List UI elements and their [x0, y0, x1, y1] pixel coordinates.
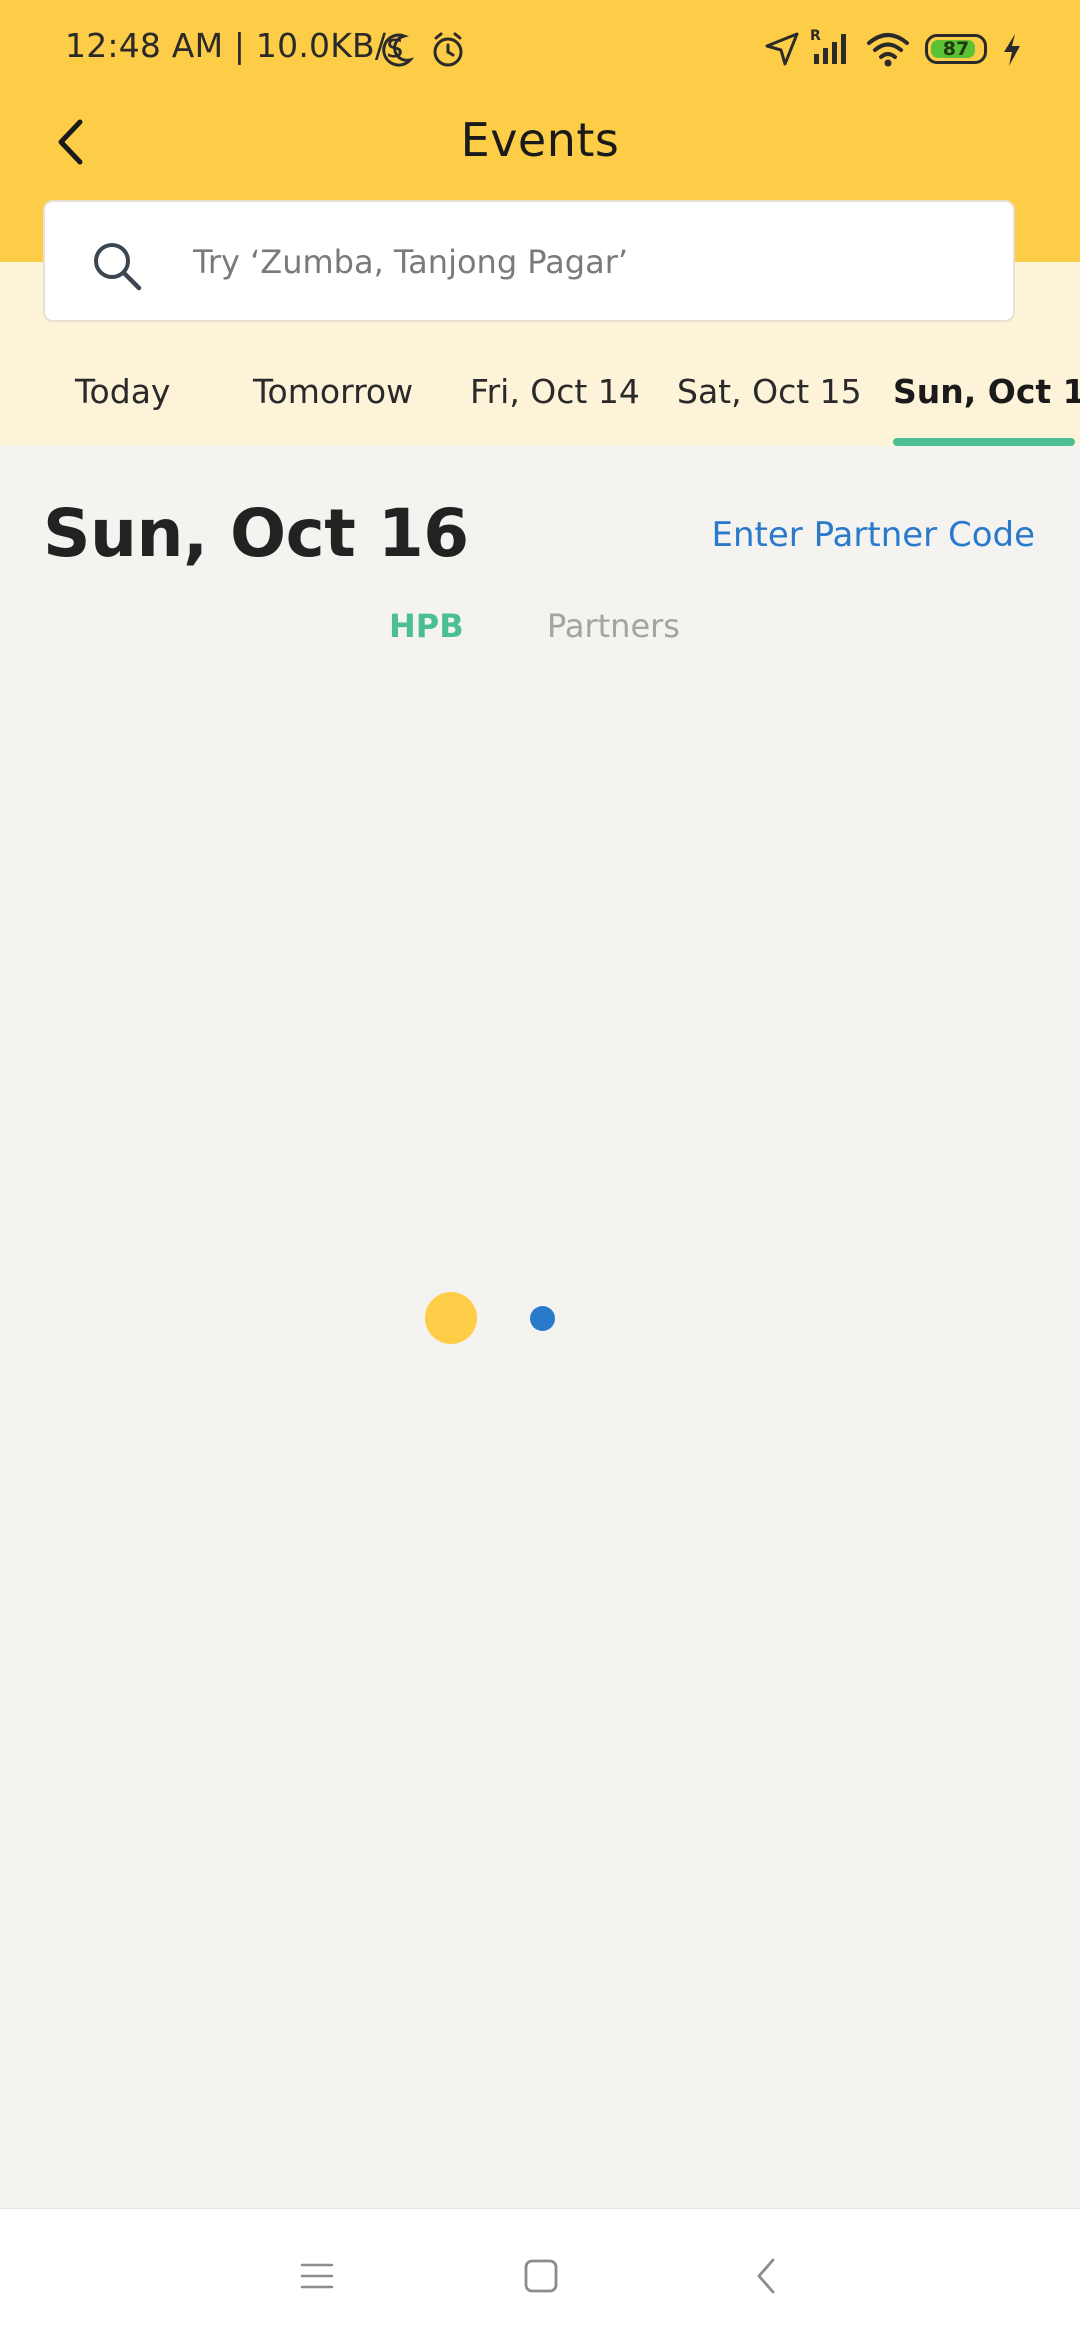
tab-today[interactable]: Today	[75, 372, 170, 411]
battery-level: 87	[942, 38, 970, 60]
date-tab-bar: Today Tomorrow Fri, Oct 14 Sat, Oct 15 S…	[0, 322, 1080, 446]
loading-dot-small	[530, 1306, 555, 1331]
active-tab-indicator	[893, 438, 1075, 446]
segment-partners[interactable]: Partners	[547, 607, 680, 645]
status-time: 12:48 AM | 10.0KB/s	[65, 26, 404, 65]
tab-sun-oct-16[interactable]: Sun, Oct 16	[893, 372, 1080, 411]
svg-text:R: R	[810, 28, 821, 44]
search-icon	[94, 243, 142, 291]
tab-tomorrow[interactable]: Tomorrow	[253, 372, 413, 411]
system-back-button[interactable]	[742, 2251, 792, 2301]
segment-hpb[interactable]: HPB	[389, 607, 464, 645]
home-button[interactable]	[516, 2251, 566, 2301]
status-bar: 12:48 AM | 10.0KB/s R 87	[0, 0, 1080, 100]
selected-date-heading: Sun, Oct 16	[43, 495, 469, 572]
wifi-icon	[866, 30, 910, 72]
moon-icon	[380, 30, 416, 74]
location-arrow-icon	[763, 30, 801, 72]
page-title: Events	[460, 113, 620, 167]
alarm-icon	[428, 30, 468, 74]
tab-fri-oct-14[interactable]: Fri, Oct 14	[470, 372, 640, 411]
back-chevron-icon	[757, 2258, 775, 2294]
tab-sat-oct-15[interactable]: Sat, Oct 15	[677, 372, 862, 411]
search-input[interactable]	[191, 202, 995, 322]
system-navigation-bar	[0, 2208, 1080, 2341]
signal-icon: R	[808, 26, 854, 72]
home-square-icon	[524, 2259, 558, 2293]
menu-icon	[300, 2263, 334, 2289]
search-bar[interactable]	[43, 200, 1015, 322]
enter-partner-code-link[interactable]: Enter Partner Code	[712, 515, 1035, 555]
loading-dot-large	[425, 1292, 477, 1344]
charging-icon	[1000, 32, 1024, 72]
battery-icon: 87	[925, 34, 987, 64]
menu-button[interactable]	[292, 2251, 342, 2301]
